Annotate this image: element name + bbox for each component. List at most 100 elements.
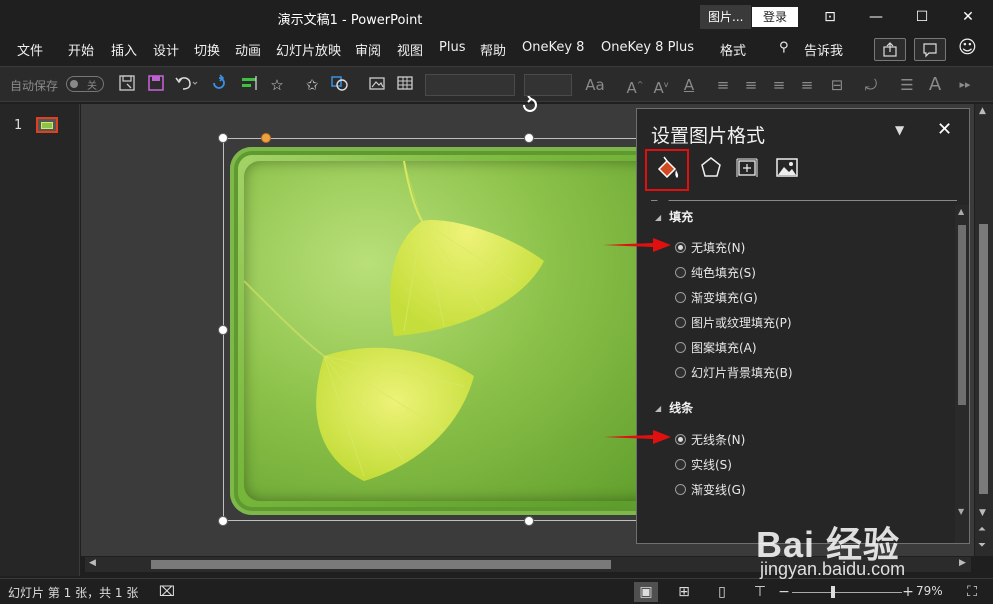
more-commands-icon[interactable]: ▸▸: [954, 74, 976, 96]
close-window-button[interactable]: ✕: [945, 0, 991, 34]
line-section-header[interactable]: ◢ 线条: [655, 399, 693, 416]
slide-number: 1: [14, 118, 23, 133]
zoom-slider-knob[interactable]: [831, 586, 835, 598]
fill-section-header[interactable]: ◢ 填充: [655, 208, 693, 225]
slide-sorter-icon[interactable]: ⊞: [672, 582, 696, 602]
text-effects-icon[interactable]: A: [924, 74, 946, 96]
slideshow-view-icon[interactable]: ⊤: [748, 582, 772, 602]
tab-view[interactable]: 视图: [397, 40, 423, 59]
slide-thumbnail[interactable]: [36, 117, 58, 133]
resize-handle-bl[interactable]: [218, 516, 228, 526]
fill-option-solid[interactable]: 纯色填充(S): [675, 264, 756, 281]
fill-option-gradient[interactable]: 渐变填充(G): [675, 289, 758, 306]
smiley-icon[interactable]: ☺: [958, 37, 977, 58]
pane-close-button[interactable]: ✕: [937, 119, 952, 140]
align-center-icon[interactable]: ≡: [740, 74, 762, 96]
shapes-icon[interactable]: [329, 74, 351, 96]
scroll-thumb[interactable]: [979, 224, 988, 494]
context-tab-picture[interactable]: 图片...: [700, 5, 752, 29]
zoom-slider[interactable]: [792, 592, 902, 593]
scroll-up-icon[interactable]: ▲: [979, 106, 986, 116]
tab-file[interactable]: 文件: [17, 40, 43, 59]
star-icon[interactable]: ☆: [266, 74, 288, 96]
share-button[interactable]: [874, 38, 906, 61]
tab-onekey8[interactable]: OneKey 8: [522, 40, 584, 55]
tab-animations[interactable]: 动画: [235, 40, 261, 59]
rotate-handle-icon[interactable]: [520, 95, 540, 114]
line-option-gradient[interactable]: 渐变线(G): [675, 481, 746, 498]
font-color-icon[interactable]: A: [678, 74, 700, 96]
tab-plus[interactable]: Plus: [439, 40, 465, 55]
pane-options-dropdown[interactable]: ▼: [895, 123, 904, 137]
redo-icon[interactable]: [208, 74, 230, 96]
accessibility-icon[interactable]: ⌧: [155, 582, 179, 602]
fit-to-window-icon[interactable]: ⛶: [960, 582, 984, 602]
normal-view-icon[interactable]: ▣: [634, 582, 658, 602]
tab-home[interactable]: 开始: [68, 40, 94, 59]
align-left-icon[interactable]: ≡: [712, 74, 734, 96]
reading-view-icon[interactable]: ▯: [710, 582, 734, 602]
resize-handle-tl[interactable]: [218, 133, 228, 143]
vertical-scrollbar[interactable]: ▲ ▼ ⏶ ⏷: [975, 104, 993, 556]
picture-icon[interactable]: [366, 74, 388, 96]
justify-icon[interactable]: ≡: [796, 74, 818, 96]
tab-insert[interactable]: 插入: [111, 40, 137, 59]
tab-format[interactable]: 格式: [720, 40, 746, 59]
tab-review[interactable]: 审阅: [355, 40, 381, 59]
adjust-handle[interactable]: [261, 133, 271, 143]
tell-me-search[interactable]: 告诉我: [804, 40, 843, 59]
fill-option-slide-background[interactable]: 幻灯片背景填充(B): [675, 364, 793, 381]
save-as-icon[interactable]: [116, 74, 138, 96]
tab-transitions[interactable]: 切换: [194, 40, 220, 59]
fill-line-tab[interactable]: [645, 149, 689, 191]
ginkgo-picture[interactable]: [224, 139, 644, 521]
rotate-icon[interactable]: ⤾: [860, 74, 882, 96]
size-properties-tab[interactable]: [725, 149, 769, 191]
scroll-right-icon[interactable]: ▶: [959, 558, 966, 568]
fill-option-picture-texture[interactable]: 图片或纹理填充(P): [675, 314, 792, 331]
increase-font-icon[interactable]: A^: [624, 74, 646, 97]
tab-help[interactable]: 帮助: [480, 40, 506, 59]
zoom-percentage[interactable]: 79%: [916, 584, 943, 598]
search-icon[interactable]: ⚲: [779, 40, 789, 55]
scroll-left-icon[interactable]: ◀: [89, 558, 96, 568]
tab-onekey8-plus[interactable]: OneKey 8 Plus: [601, 40, 694, 55]
change-case-button[interactable]: Aa: [582, 74, 608, 96]
align-icon[interactable]: [238, 74, 260, 96]
line-option-no-line[interactable]: 无线条(N): [675, 431, 745, 448]
resize-handle-left[interactable]: [218, 325, 228, 335]
autosave-toggle[interactable]: 关: [66, 76, 104, 92]
font-name-select[interactable]: [425, 74, 515, 96]
radio-selected-icon: [675, 242, 686, 253]
scroll-down-icon[interactable]: ▼: [979, 508, 986, 518]
scroll-up-icon[interactable]: ▲: [958, 207, 964, 216]
scroll-thumb[interactable]: [151, 560, 611, 569]
decrease-font-icon[interactable]: Av: [650, 74, 672, 97]
tab-design[interactable]: 设计: [153, 40, 179, 59]
arrange-icon[interactable]: ⊟: [826, 74, 848, 96]
scroll-down-icon[interactable]: ▼: [958, 507, 964, 516]
star-outline-icon[interactable]: ✩: [301, 74, 323, 96]
next-slide-icon[interactable]: ⏷: [978, 540, 986, 551]
minimize-button[interactable]: —: [853, 0, 899, 34]
previous-slide-icon[interactable]: ⏶: [978, 524, 986, 535]
resize-handle-top[interactable]: [524, 133, 534, 143]
picture-tab[interactable]: [765, 149, 809, 191]
login-button[interactable]: 登录: [752, 7, 798, 27]
maximize-button[interactable]: ☐: [899, 0, 945, 34]
tab-slideshow[interactable]: 幻灯片放映: [276, 40, 341, 59]
fill-option-no-fill[interactable]: 无填充(N): [675, 239, 745, 256]
save-icon[interactable]: [145, 74, 167, 96]
font-size-select[interactable]: [524, 74, 572, 96]
line-option-solid[interactable]: 实线(S): [675, 456, 732, 473]
comments-button[interactable]: [914, 38, 946, 61]
ribbon-display-button[interactable]: ⊡: [807, 0, 853, 34]
align-right-icon[interactable]: ≡: [768, 74, 790, 96]
undo-icon[interactable]: [174, 74, 198, 96]
table-icon[interactable]: [394, 74, 416, 96]
resize-handle-bottom[interactable]: [524, 516, 534, 526]
line-spacing-icon[interactable]: ☰: [896, 74, 918, 96]
scroll-thumb[interactable]: [958, 225, 966, 405]
fill-option-pattern[interactable]: 图案填充(A): [675, 339, 757, 356]
pane-scrollbar[interactable]: ▲ ▼: [955, 205, 969, 543]
